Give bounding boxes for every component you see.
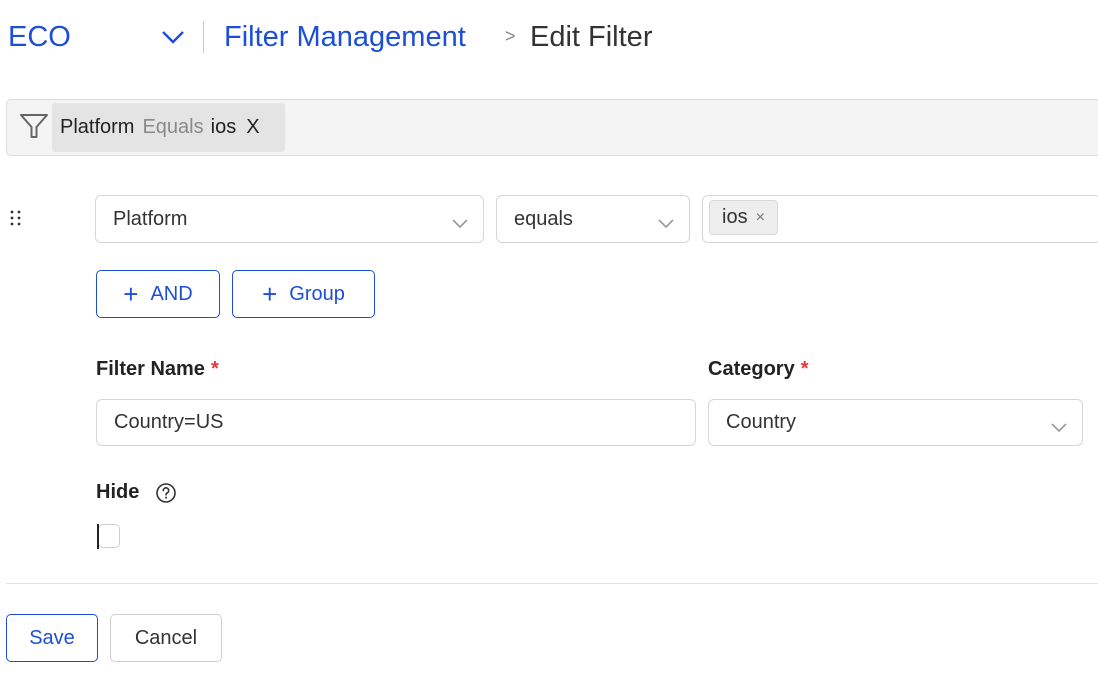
filter-name-label-text: Filter Name xyxy=(96,358,205,380)
category-label: Category * xyxy=(708,358,809,381)
filter-name-input[interactable] xyxy=(96,399,696,446)
header-divider xyxy=(203,21,204,53)
condition-field-select[interactable]: Platform xyxy=(95,195,484,243)
app-name[interactable]: ECO xyxy=(8,18,71,56)
breadcrumb-separator: > xyxy=(505,26,516,46)
chip-operator: Equals xyxy=(142,116,204,138)
required-mark: * xyxy=(800,358,809,380)
focus-caret xyxy=(97,524,99,549)
chevron-down-icon xyxy=(657,213,675,229)
app-switcher-chevron-down-icon[interactable] xyxy=(160,26,186,48)
drag-handle-icon[interactable] xyxy=(8,208,24,228)
chip-value: ios xyxy=(210,116,237,138)
chevron-down-icon xyxy=(451,213,469,229)
required-mark: * xyxy=(210,358,219,380)
filter-name-label: Filter Name * xyxy=(96,358,219,381)
condition-operator-select[interactable]: equals xyxy=(496,195,690,243)
condition-field-value: Platform xyxy=(113,207,188,230)
value-tag: ios × xyxy=(709,200,778,235)
plus-icon: + xyxy=(262,279,278,309)
add-group-label: Group xyxy=(289,282,345,305)
add-and-label: AND xyxy=(150,282,193,305)
save-button[interactable]: Save xyxy=(6,614,98,662)
category-select[interactable]: Country xyxy=(708,399,1083,446)
funnel-icon xyxy=(18,110,50,142)
value-tag-remove-icon[interactable]: × xyxy=(756,209,765,227)
add-group-button[interactable]: + Group xyxy=(232,270,375,318)
page-title: Edit Filter xyxy=(530,21,653,53)
plus-icon: + xyxy=(123,279,139,309)
help-circle-icon[interactable] xyxy=(155,482,177,504)
chevron-down-icon xyxy=(1050,417,1068,432)
category-value: Country xyxy=(726,411,797,433)
condition-operator-value: equals xyxy=(514,207,573,230)
breadcrumb-filter-management[interactable]: Filter Management xyxy=(224,18,466,56)
chip-field: Platform xyxy=(60,116,135,138)
add-and-button[interactable]: + AND xyxy=(96,270,220,318)
hide-checkbox[interactable] xyxy=(98,524,120,548)
filter-summary-chip: Platform Equals ios X xyxy=(52,103,285,152)
footer-divider xyxy=(6,583,1098,584)
chip-remove-icon[interactable]: X xyxy=(246,116,259,139)
cancel-button[interactable]: Cancel xyxy=(110,614,222,662)
category-label-text: Category xyxy=(708,358,795,380)
value-tag-label: ios xyxy=(722,206,748,228)
hide-label: Hide xyxy=(96,481,140,503)
